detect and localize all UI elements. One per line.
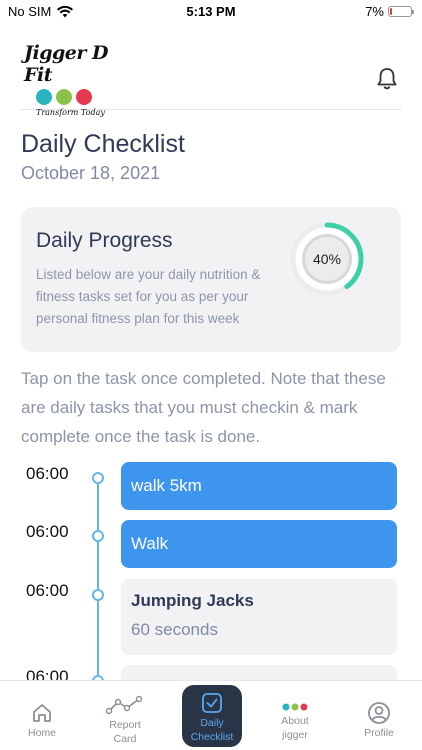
task-name: walk 5km [131,476,202,495]
progress-card-title: Daily Progress [36,229,173,252]
bottom-nav: Home Report Card Daily Checklist About j… [0,680,422,750]
nav-report-label-2: Card [113,733,137,745]
nav-about-label-1: About [281,715,309,727]
leaf-icon [56,89,72,105]
instructions-text: Tap on the task once completed. Note tha… [21,369,386,446]
task-time: 06:00 [26,522,69,541]
app-header: Jigger D Fit Transform Today [20,40,402,117]
timeline-dot [92,589,104,601]
logo-tagline: Transform Today [36,108,105,117]
battery-percent: 7% [365,4,384,19]
status-right: 7% [365,4,414,19]
nav-profile[interactable]: Profile [349,685,409,747]
logo-title: Jigger D Fit [24,42,108,86]
nav-daily-label-1: Daily [200,717,224,729]
page-title: Daily Checklist [21,130,185,158]
profile-icon [368,702,390,724]
dumbbell-icon [36,89,52,105]
timeline-dot [92,530,104,542]
nav-about[interactable]: About jigger [265,685,325,747]
logo-dots-icon [282,703,308,711]
task-name: Jumping Jacks [131,591,254,610]
nav-daily-checklist[interactable]: Daily Checklist [182,685,242,747]
task-card[interactable]: walk 5km [121,462,397,510]
task-card[interactable]: Jumping Jacks 60 seconds [121,579,397,655]
clock: 5:13 PM [186,4,236,19]
task-card[interactable] [121,665,397,680]
checklist-icon [202,693,222,713]
task-time: 06:00 [26,464,69,483]
app-logo[interactable]: Jigger D Fit Transform Today [24,42,124,117]
page-date: October 18, 2021 [21,163,161,183]
heart-icon [76,89,92,105]
task-name: Walk [131,534,169,553]
task-time: 06:00 [26,667,69,680]
nav-profile-label: Profile [364,727,394,739]
nav-daily-label-2: Checklist [190,731,234,743]
task-timeline: 06:00 walk 5km 06:00 Walk 06:00 Jumping … [0,460,422,680]
task-card[interactable]: Walk [121,520,397,568]
nav-report-label-1: Report [109,719,141,731]
logo-icons [36,89,124,105]
timeline-dot [92,472,104,484]
battery-level [390,8,392,15]
nav-home[interactable]: Home [12,685,72,747]
progress-percent: 40% [312,251,342,267]
nav-about-label-2: jigger [282,729,308,741]
task-time: 06:00 [26,581,69,600]
battery-icon [388,6,414,17]
daily-progress-card: Daily Progress Listed below are your dai… [21,207,401,352]
trend-line-icon [105,695,143,715]
timeline-line [97,478,99,680]
nav-home-label: Home [27,727,56,739]
bell-icon[interactable] [374,66,400,92]
progress-card-description: Listed below are your daily nutrition & … [36,267,261,326]
status-bar: No SIM 5:13 PM 7% [0,0,422,24]
nav-report-card[interactable]: Report Card [95,685,155,747]
home-icon [33,704,51,722]
task-detail: 60 seconds [131,620,218,639]
